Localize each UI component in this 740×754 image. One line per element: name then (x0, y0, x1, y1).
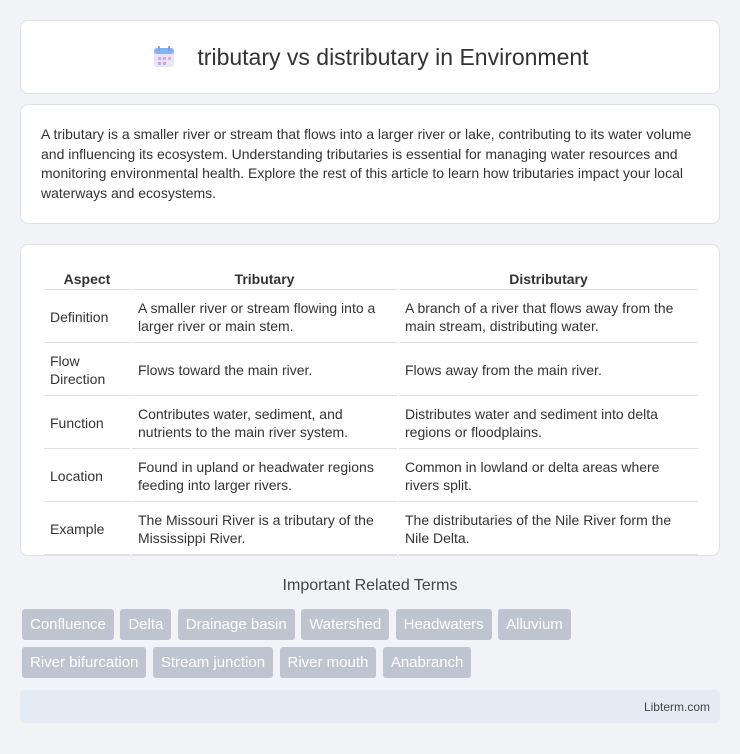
page-title: tributary vs distributary in Environment (197, 43, 589, 70)
row-aspect: Example (44, 504, 130, 555)
row-distributary: Flows away from the main river. (399, 345, 698, 396)
term-tag[interactable]: Alluvium (498, 609, 571, 640)
term-tag[interactable]: Stream junction (152, 647, 274, 678)
header-aspect: Aspect (44, 267, 130, 290)
term-tag[interactable]: Watershed (301, 609, 390, 640)
row-distributary: Common in lowland or delta areas where r… (399, 451, 698, 502)
term-tag[interactable]: Anabranch (382, 647, 472, 678)
row-aspect: Definition (44, 292, 130, 343)
table-row: Example The Missouri River is a tributar… (44, 504, 698, 555)
row-tributary: Flows toward the main river. (132, 345, 397, 396)
row-tributary: Found in upland or headwater regions fee… (132, 451, 397, 502)
comparison-table: Aspect Tributary Distributary Definition… (42, 265, 700, 557)
row-tributary: Contributes water, sediment, and nutrien… (132, 398, 397, 449)
footer-site-link[interactable]: Libterm.com (644, 700, 710, 714)
row-distributary: The distributaries of the Nile River for… (399, 504, 698, 555)
term-tag[interactable]: Headwaters (395, 609, 492, 640)
intro-card: A tributary is a smaller river or stream… (20, 104, 720, 224)
table-row: Flow Direction Flows toward the main riv… (44, 345, 698, 396)
term-tag[interactable]: Delta (120, 609, 172, 640)
table-header-row: Aspect Tributary Distributary (44, 267, 698, 290)
header-distributary: Distributary (399, 267, 698, 290)
header-tributary: Tributary (132, 267, 397, 290)
related-terms-title: Important Related Terms (282, 577, 458, 594)
table-row: Location Found in upland or headwater re… (44, 451, 698, 502)
intro-text: A tributary is a smaller river or stream… (41, 126, 692, 201)
table-row: Function Contributes water, sediment, an… (44, 398, 698, 449)
related-terms-list: Confluence Delta Drainage basin Watershe… (22, 609, 722, 685)
row-tributary: A smaller river or stream flowing into a… (132, 292, 397, 343)
row-aspect: Function (44, 398, 130, 449)
term-tag[interactable]: River mouth (279, 647, 377, 678)
calendar-icon (154, 46, 175, 67)
term-tag[interactable]: River bifurcation (22, 647, 147, 678)
term-tag[interactable]: Confluence (22, 609, 114, 640)
table-row: Definition A smaller river or stream flo… (44, 292, 698, 343)
row-tributary: The Missouri River is a tributary of the… (132, 504, 397, 555)
row-distributary: A branch of a river that flows away from… (399, 292, 698, 343)
row-aspect: Location (44, 451, 130, 502)
footer: Libterm.com (20, 690, 720, 723)
term-tag[interactable]: Drainage basin (177, 609, 295, 640)
row-aspect: Flow Direction (44, 345, 130, 396)
page-header: tributary vs distributary in Environment (20, 20, 720, 94)
row-distributary: Distributes water and sediment into delt… (399, 398, 698, 449)
comparison-card: Aspect Tributary Distributary Definition… (20, 244, 720, 556)
